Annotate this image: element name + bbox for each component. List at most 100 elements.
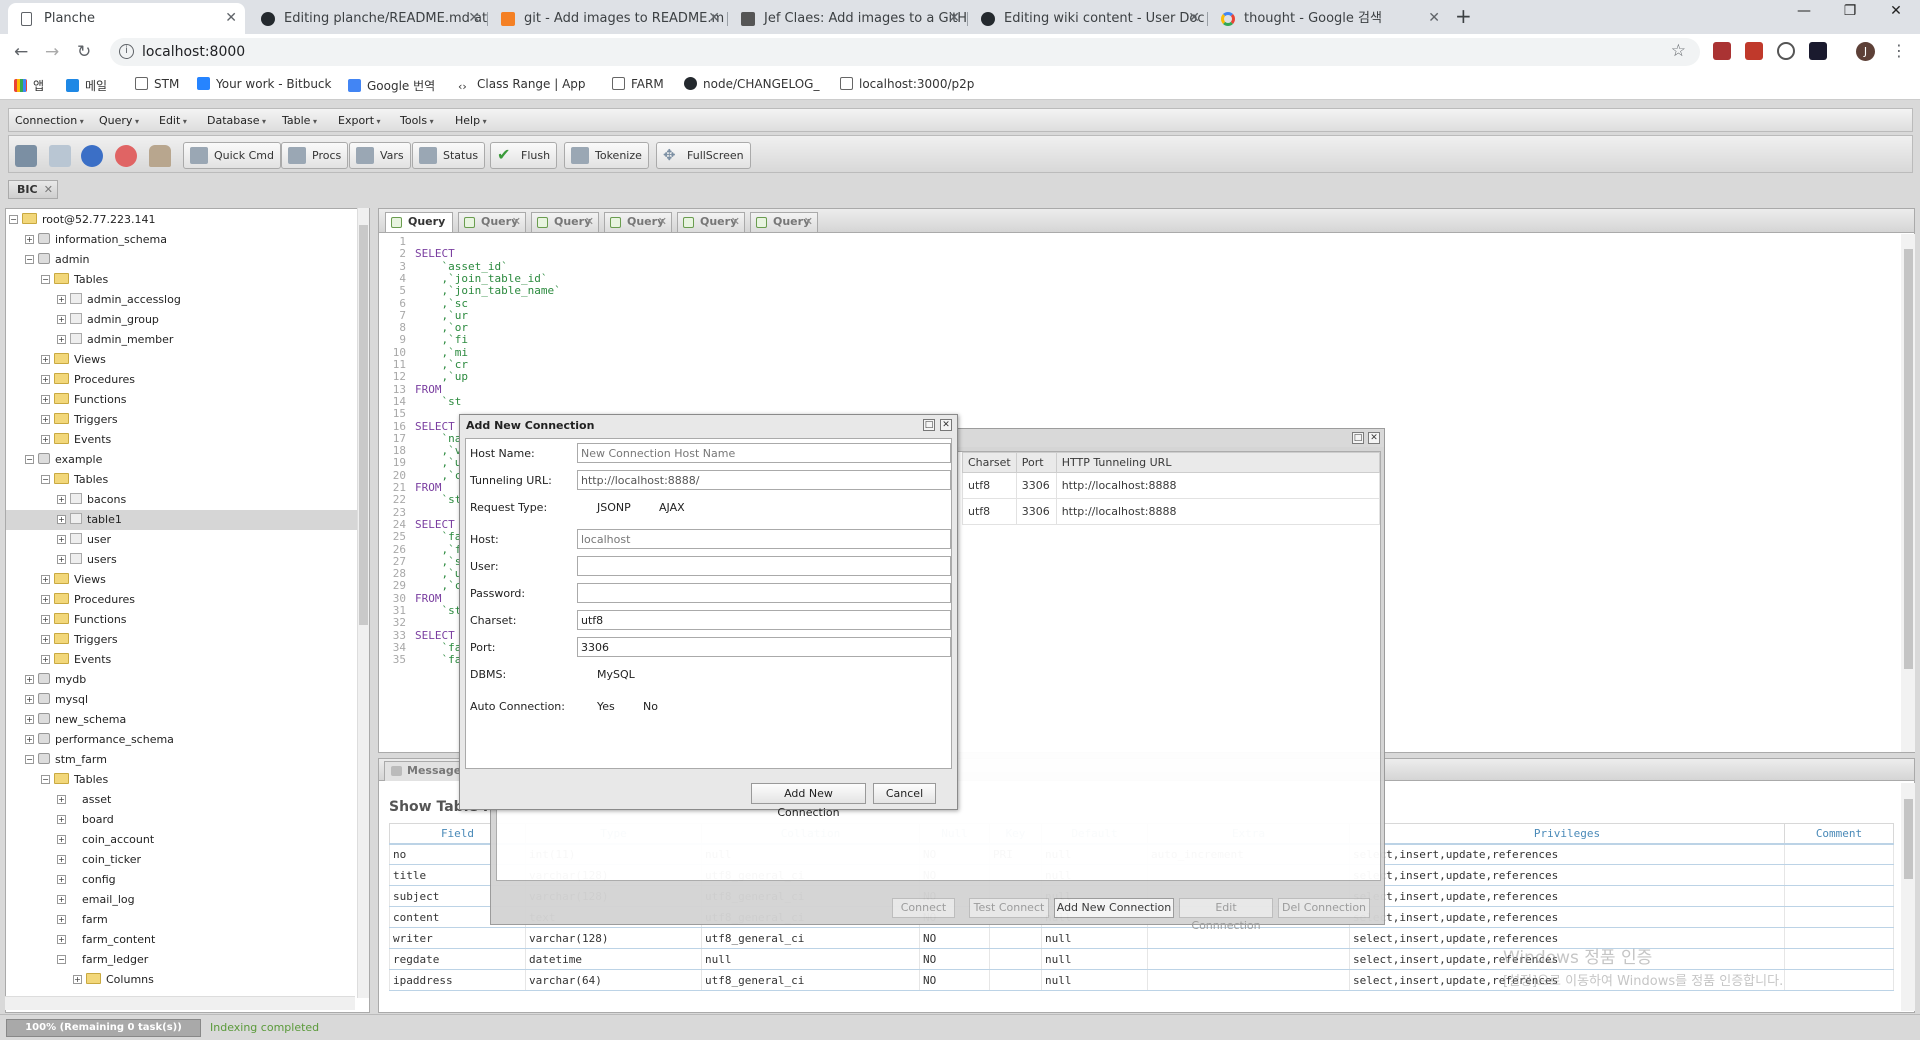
close-icon[interactable]: ✕ <box>658 213 667 231</box>
result-scrollbar-thumb[interactable] <box>1904 799 1913 879</box>
tree-item[interactable]: − root@52.77.223.141 <box>6 210 358 230</box>
query-tab[interactable]: Query ✕ <box>750 212 818 232</box>
tree-item[interactable]: + board <box>6 810 358 830</box>
tree-item[interactable]: + admin_accesslog <box>6 290 358 310</box>
browser-tab-google[interactable]: thought - Google 검색 ✕ <box>1208 3 1448 34</box>
bookmark-apps[interactable]: 앱 <box>14 77 44 94</box>
column-header[interactable]: Comment <box>1784 823 1894 845</box>
dark-extension-icon[interactable] <box>1809 42 1827 60</box>
password-input[interactable] <box>577 583 951 603</box>
tree-item[interactable]: + Events <box>6 430 358 450</box>
restore-icon[interactable]: ❐ <box>1827 3 1873 19</box>
quick-cmd-button[interactable]: Quick Cmd <box>183 142 281 169</box>
collapse-icon[interactable]: − <box>41 775 50 784</box>
connect-button[interactable]: Connect <box>892 898 955 918</box>
connection-row[interactable]: utf8 3306 http://localhost:8888 <box>962 498 1381 525</box>
close-icon[interactable]: ✕ <box>1368 432 1380 444</box>
user-input[interactable] <box>577 556 951 576</box>
bookmark-class-range[interactable]: ‹› Class Range | App <box>458 77 586 94</box>
tree-item[interactable]: + coin_ticker <box>6 850 358 870</box>
menu-edit[interactable]: Edit <box>159 114 187 127</box>
vars-button[interactable]: Vars <box>349 142 411 169</box>
tree-item[interactable]: − farm_ledger <box>6 950 358 970</box>
add-new-connection-submit-button[interactable]: Add New Connection <box>751 783 866 819</box>
expand-icon[interactable]: + <box>41 395 50 404</box>
close-icon[interactable]: ✕ <box>708 3 720 34</box>
tree-item[interactable]: + new_schema <box>6 710 358 730</box>
schema-tree[interactable]: − root@52.77.223.141 + information_schema − a… <box>5 208 370 1013</box>
tree-item[interactable]: + coin_account <box>6 830 358 850</box>
column-header[interactable]: Charset <box>962 452 1017 473</box>
edit-connection-button[interactable]: Edit Connnection <box>1179 898 1273 932</box>
query-tab[interactable]: Query <box>385 212 453 232</box>
auto-connection-yes[interactable]: Yes <box>597 700 615 713</box>
back-icon[interactable]: ← <box>14 42 28 62</box>
query-tab[interactable]: Query ✕ <box>458 212 526 232</box>
expand-icon[interactable]: + <box>41 615 50 624</box>
menu-query[interactable]: Query <box>99 114 139 127</box>
window-close-icon[interactable]: ✕ <box>1873 3 1919 19</box>
info-icon[interactable]: i <box>119 44 134 59</box>
tunneling-url-input[interactable] <box>577 470 951 490</box>
star-icon[interactable]: ☆ <box>1671 41 1686 61</box>
tree-item[interactable]: + Events <box>6 650 358 670</box>
tree-item[interactable]: − Tables <box>6 770 358 790</box>
browser-tab-wiki[interactable]: Editing wiki content - User Doc ✕ <box>968 3 1208 34</box>
column-header[interactable]: HTTP Tunneling URL <box>1055 452 1381 473</box>
maximize-icon[interactable]: □ <box>1352 432 1364 444</box>
expand-icon[interactable]: + <box>25 715 34 724</box>
tree-item[interactable]: + table1 <box>6 510 358 530</box>
expand-icon[interactable]: + <box>41 655 50 664</box>
browser-tab-readme[interactable]: Editing planche/README.md at ✕ <box>248 3 488 34</box>
query-tab[interactable]: Query ✕ <box>531 212 599 232</box>
expand-icon[interactable]: + <box>57 915 66 924</box>
run-icon[interactable] <box>81 145 103 167</box>
close-icon[interactable]: ✕ <box>948 3 960 34</box>
expand-icon[interactable]: + <box>41 635 50 644</box>
port-input[interactable] <box>577 637 951 657</box>
bookmark-node[interactable]: node/CHANGELOG_ <box>684 77 819 91</box>
expand-icon[interactable]: + <box>57 535 66 544</box>
tree-horizontal-scrollbar[interactable] <box>5 996 355 1010</box>
tokenize-button[interactable]: Tokenize <box>564 142 649 169</box>
collapse-icon[interactable]: − <box>25 255 34 264</box>
close-icon[interactable]: ✕ <box>940 419 952 431</box>
shield-extension-icon[interactable] <box>1745 42 1763 60</box>
expand-icon[interactable]: + <box>41 355 50 364</box>
tree-item[interactable]: + Views <box>6 570 358 590</box>
tree-item[interactable]: + bacons <box>6 490 358 510</box>
expand-icon[interactable]: + <box>57 315 66 324</box>
tree-item[interactable]: − stm_farm <box>6 750 358 770</box>
close-icon[interactable]: ✕ <box>468 3 480 34</box>
omnibox[interactable]: i localhost:8000 ☆ <box>110 38 1700 66</box>
tree-item[interactable]: + Views <box>6 350 358 370</box>
tree-item[interactable]: + admin_group <box>6 310 358 330</box>
user-icon[interactable] <box>149 145 171 167</box>
new-tab-icon[interactable]: + <box>1455 4 1472 28</box>
tree-item[interactable]: + performance_schema <box>6 730 358 750</box>
menu-database[interactable]: Database <box>207 114 266 127</box>
close-icon[interactable]: ✕ <box>731 213 740 231</box>
auto-connection-no[interactable]: No <box>643 700 658 713</box>
collapse-icon[interactable]: − <box>9 215 18 224</box>
tree-item[interactable]: + mysql <box>6 690 358 710</box>
menu-export[interactable]: Export <box>338 114 381 127</box>
bookmark-farm[interactable]: FARM <box>612 77 664 91</box>
collapse-icon[interactable]: − <box>41 475 50 484</box>
fullscreen-button[interactable]: ✥ FullScreen <box>656 142 751 169</box>
charset-input[interactable] <box>577 610 951 630</box>
close-icon[interactable]: ✕ <box>44 181 53 198</box>
close-icon[interactable]: ✕ <box>1188 3 1200 34</box>
expand-icon[interactable]: + <box>41 575 50 584</box>
expand-icon[interactable]: + <box>57 855 66 864</box>
tab-messages[interactable]: Messages <box>384 761 468 781</box>
expand-icon[interactable]: + <box>57 515 66 524</box>
minimize-icon[interactable]: — <box>1781 3 1827 19</box>
expand-icon[interactable]: + <box>25 695 34 704</box>
tree-item[interactable]: + Procedures <box>6 370 358 390</box>
collapse-icon[interactable]: − <box>25 755 34 764</box>
tree-scrollbar-thumb[interactable] <box>359 225 368 625</box>
tree-item[interactable]: + Functions <box>6 610 358 630</box>
menu-help[interactable]: Help <box>455 114 487 127</box>
column-header[interactable]: Port <box>1015 452 1057 473</box>
